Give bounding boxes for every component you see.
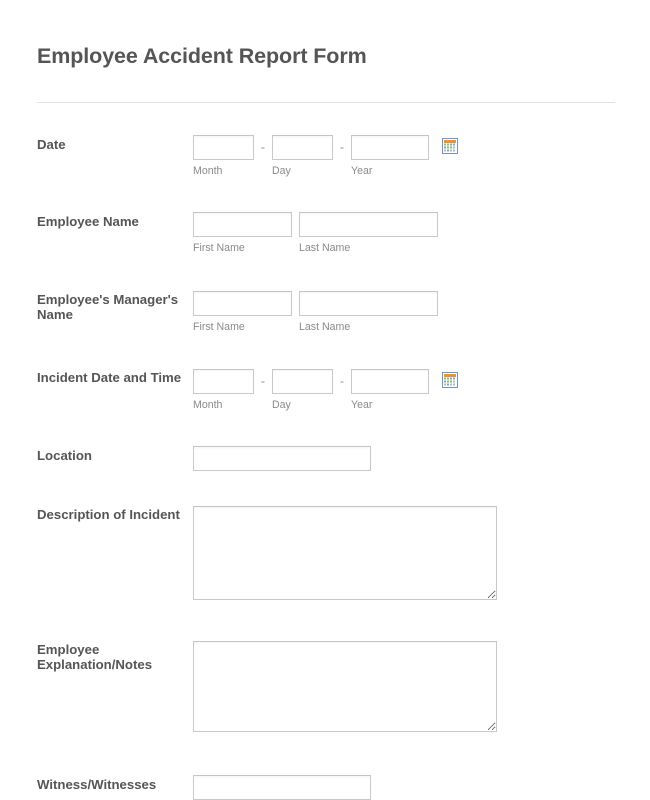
date-year-sublabel: Year — [351, 164, 373, 177]
employee-last-name-part: Last Name — [299, 211, 438, 254]
incident-day-input[interactable] — [272, 368, 333, 394]
label-incident-datetime: Incident Date and Time — [37, 369, 182, 385]
accident-report-form: Employee Accident Report Form Date Month… — [0, 0, 650, 800]
employee-last-name-sublabel: Last Name — [299, 241, 351, 254]
control-incident-datetime: Month - Day - Year — [193, 368, 615, 411]
incident-date-input-group: Month - Day - Year — [193, 368, 615, 411]
witness-input[interactable] — [193, 774, 371, 800]
field-row-description: Description of Incident — [37, 505, 615, 600]
field-row-location: Location — [37, 445, 615, 471]
label-date: Date — [37, 136, 66, 152]
manager-name-group: First Name Last Name — [193, 290, 615, 333]
label-witness: Witness/Witnesses — [37, 776, 157, 792]
manager-first-name-part: First Name — [193, 290, 292, 333]
date-separator-1: - — [261, 139, 265, 154]
date-calendar-picker-button[interactable] — [442, 137, 458, 157]
incident-separator-2: - — [340, 373, 344, 388]
control-notes — [193, 640, 615, 732]
incident-year-sublabel: Year — [351, 398, 373, 411]
label-description: Description of Incident — [37, 506, 180, 522]
manager-last-name-sublabel: Last Name — [299, 320, 351, 333]
field-row-incident-datetime: Incident Date and Time Month - Day - Yea… — [37, 368, 615, 411]
control-location — [193, 445, 615, 471]
incident-calendar-picker-button[interactable] — [442, 371, 458, 391]
field-row-employee-name: Employee Name First Name Last Name — [37, 211, 615, 254]
employee-last-name-input[interactable] — [299, 211, 438, 237]
notes-textarea[interactable] — [193, 640, 497, 732]
location-input[interactable] — [193, 445, 371, 471]
incident-month-input[interactable] — [193, 368, 254, 394]
date-year-part: Year — [351, 134, 429, 177]
date-day-part: Day — [272, 134, 333, 177]
date-separator-2: - — [340, 139, 344, 154]
date-day-sublabel: Day — [272, 164, 291, 177]
control-employee-name: First Name Last Name — [193, 211, 615, 254]
date-month-part: Month — [193, 134, 254, 177]
calendar-icon — [442, 371, 458, 391]
header-divider — [37, 101, 615, 103]
employee-name-group: First Name Last Name — [193, 211, 615, 254]
date-month-sublabel: Month — [193, 164, 223, 177]
control-date: Month - Day - Year — [193, 134, 615, 177]
label-employee-name: Employee Name — [37, 213, 139, 229]
manager-first-name-input[interactable] — [193, 290, 292, 316]
incident-day-sublabel: Day — [272, 398, 291, 411]
field-row-date: Date Month - Day - Year — [37, 134, 615, 177]
form-header: Employee Accident Report Form — [37, 36, 615, 103]
calendar-icon — [442, 137, 458, 157]
incident-separator-1: - — [261, 373, 265, 388]
incident-month-sublabel: Month — [193, 398, 223, 411]
manager-last-name-part: Last Name — [299, 290, 438, 333]
page-title: Employee Accident Report Form — [37, 44, 367, 68]
field-row-notes: Employee Explanation/Notes — [37, 640, 615, 732]
description-textarea[interactable] — [193, 505, 497, 600]
incident-month-part: Month — [193, 368, 254, 411]
label-manager-name: Employee's Manager's Name — [37, 291, 179, 323]
field-row-witness: Witness/Witnesses — [37, 774, 615, 800]
date-input-group: Month - Day - Year — [193, 134, 615, 177]
control-witness — [193, 774, 615, 800]
employee-first-name-part: First Name — [193, 211, 292, 254]
control-description — [193, 505, 615, 600]
employee-first-name-input[interactable] — [193, 211, 292, 237]
control-manager-name: First Name Last Name — [193, 290, 615, 333]
incident-year-input[interactable] — [351, 368, 429, 394]
label-location: Location — [37, 447, 92, 463]
date-month-input[interactable] — [193, 134, 254, 160]
date-year-input[interactable] — [351, 134, 429, 160]
manager-last-name-input[interactable] — [299, 290, 438, 316]
label-notes: Employee Explanation/Notes — [37, 641, 153, 673]
incident-year-part: Year — [351, 368, 429, 411]
field-row-manager-name: Employee's Manager's Name First Name Las… — [37, 290, 615, 333]
employee-first-name-sublabel: First Name — [193, 241, 245, 254]
manager-first-name-sublabel: First Name — [193, 320, 245, 333]
date-day-input[interactable] — [272, 134, 333, 160]
incident-day-part: Day — [272, 368, 333, 411]
